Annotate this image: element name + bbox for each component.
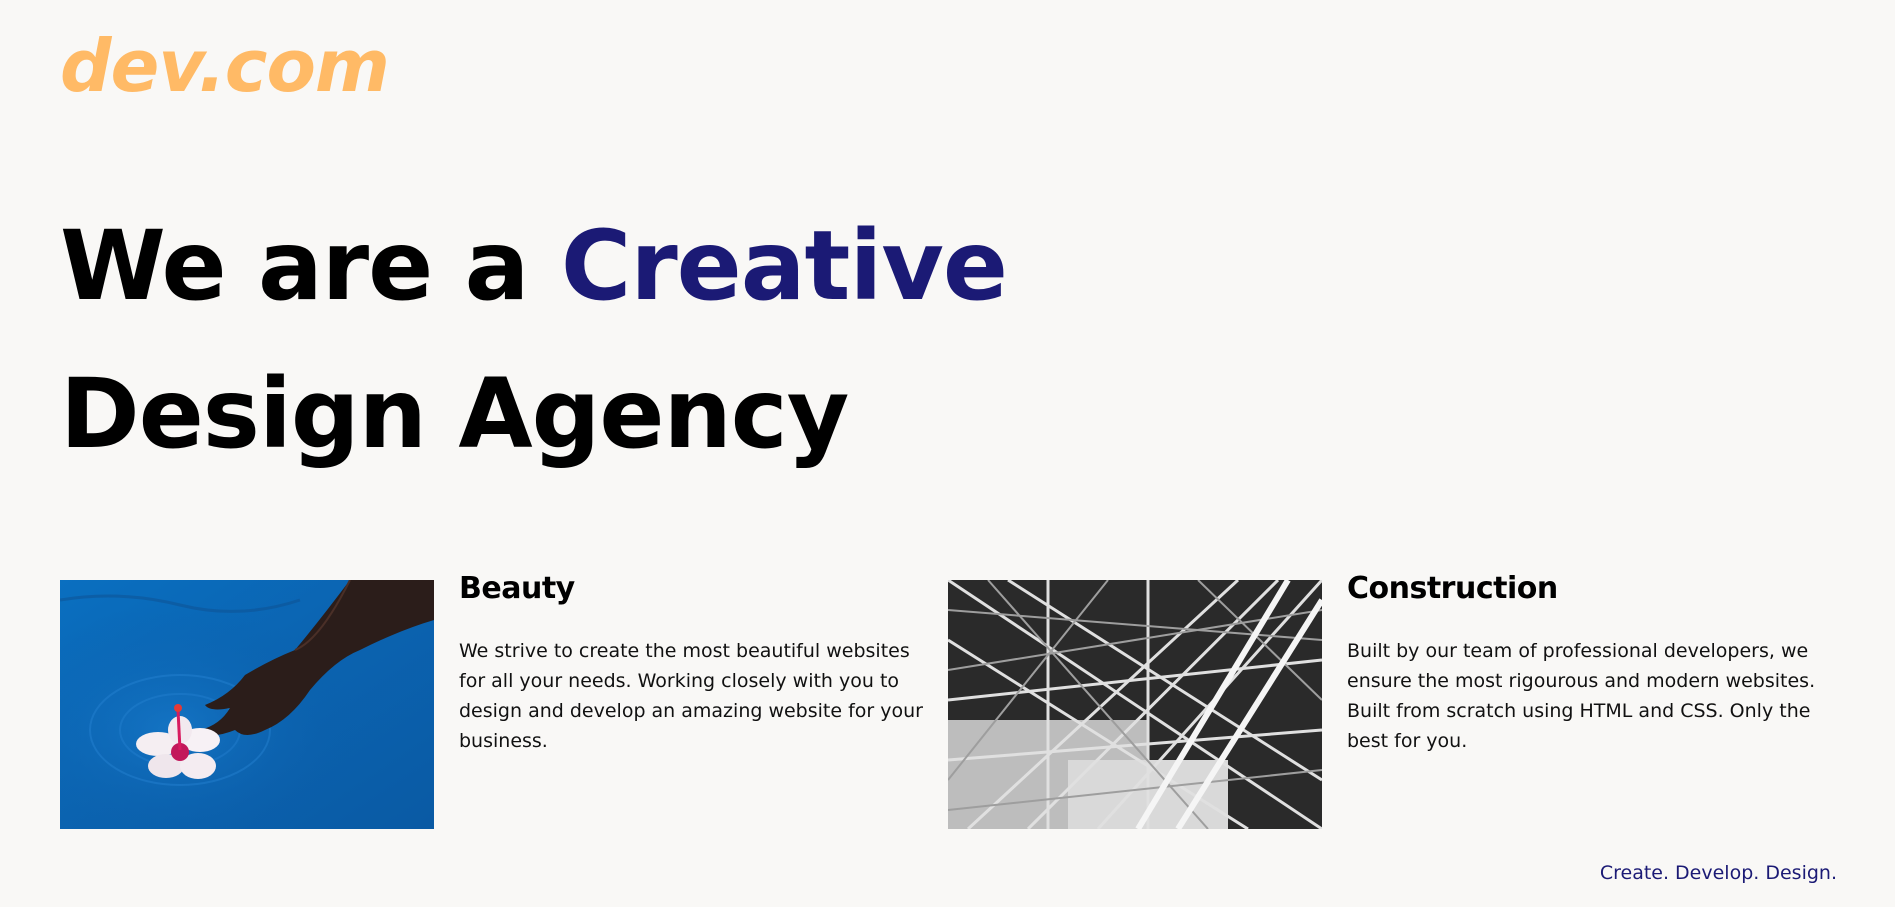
beauty-title: Beauty [459,571,575,606]
hero-heading: We are a Creative Design Agency [60,192,1008,488]
footer-tagline: Create. Develop. Design. [1599,862,1837,884]
construction-image [948,580,1322,829]
construction-card: Construction Built by our team of profes… [1347,568,1827,756]
steel-structure-photo [948,580,1322,829]
hero-line2: Design Agency [60,358,849,470]
construction-title: Construction [1347,571,1558,606]
site-logo[interactable]: dev.com [60,30,390,102]
beauty-description: We strive to create the most beautiful w… [459,640,923,752]
hand-in-water-flower-photo [60,580,434,829]
beauty-image [60,580,434,829]
hero-accent-word: Creative [560,210,1008,322]
beauty-card: Beauty We strive to create the most beau… [459,568,939,756]
construction-description: Built by our team of professional develo… [1347,640,1816,752]
hero-line1-prefix: We are a [60,210,529,322]
